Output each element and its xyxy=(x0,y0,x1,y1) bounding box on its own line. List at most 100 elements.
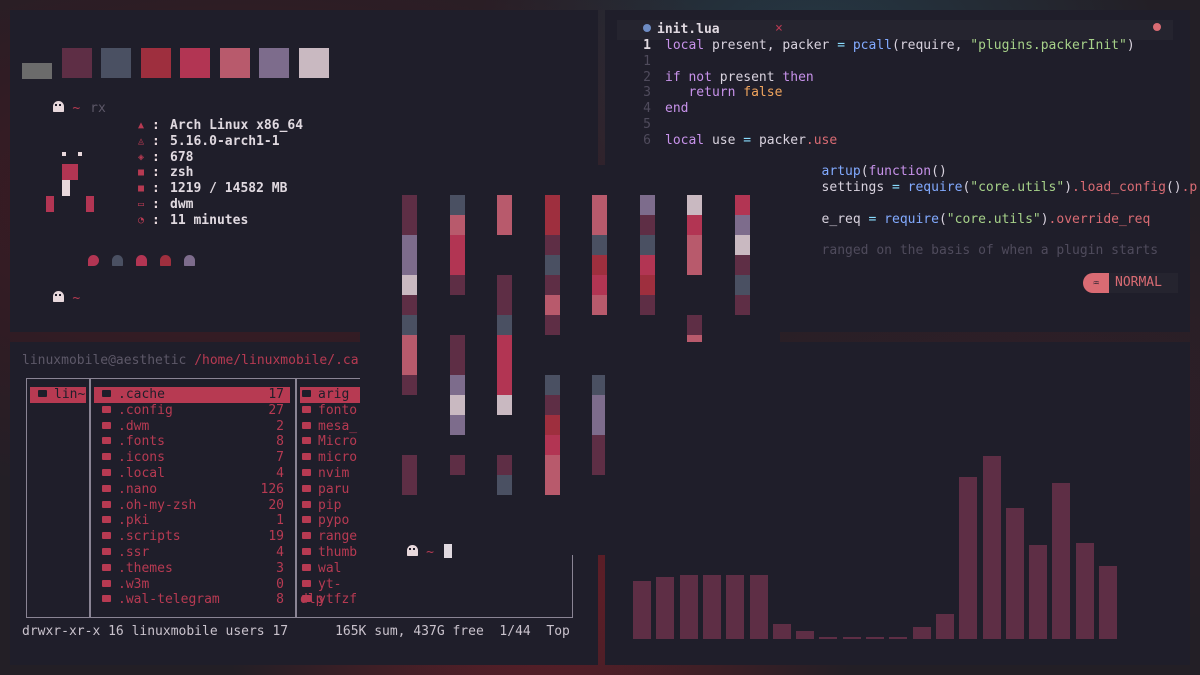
visualizer-cell xyxy=(402,475,417,495)
visualizer-cell xyxy=(497,275,512,295)
tab-close-icon[interactable]: × xyxy=(775,21,783,36)
fm-preview-list[interactable]: arig fonto mesa_ Micro micro nvim paru pip pypo r… xyxy=(300,387,360,608)
fm-item-name: .nano xyxy=(118,481,158,497)
fm-list-item[interactable]: .oh-my-zsh 20 xyxy=(94,498,290,514)
visualizer-cell xyxy=(402,255,417,275)
fm-list-item[interactable]: .pki 1 xyxy=(94,513,290,529)
fm-list-item[interactable]: .local 4 xyxy=(94,466,290,482)
visualizer-cell xyxy=(497,475,512,495)
info-value: Arch Linux x86_64 xyxy=(170,118,304,133)
fm-item-count: 27 xyxy=(268,402,284,418)
visualizer-cell xyxy=(544,255,560,275)
info-row: ▲: Arch Linux x86_64 xyxy=(138,118,303,134)
visualizer-cell xyxy=(687,235,702,255)
mode-badge-icon: ♒ xyxy=(1083,273,1109,293)
fm-preview-item[interactable]: fonto xyxy=(300,403,360,419)
visualizer-cell xyxy=(497,355,512,375)
fm-list-item[interactable]: .fonts 8 xyxy=(94,434,290,450)
fm-item-name: .local xyxy=(118,465,165,481)
code-line[interactable]: 5 xyxy=(623,117,1197,133)
shell-prompt[interactable]: ~ xyxy=(376,529,452,575)
code-line[interactable] xyxy=(623,149,1197,165)
cava-bar xyxy=(749,575,768,639)
fm-preview-item[interactable]: ytfzf xyxy=(300,592,360,608)
fm-list-item[interactable]: .cache 17 xyxy=(94,387,290,403)
visualizer-cell xyxy=(544,295,560,315)
code-line[interactable]: 1 xyxy=(623,54,1197,70)
fm-list-item[interactable]: .scripts 19 xyxy=(94,529,290,545)
code-line[interactable]: 2 if not present then xyxy=(623,70,1197,86)
fm-list-item[interactable]: .nano 126 xyxy=(94,482,290,498)
cava-bar xyxy=(935,614,954,639)
fm-list-item[interactable]: .config 27 xyxy=(94,403,290,419)
folder-icon xyxy=(102,500,111,508)
fm-preview-item-name: arig xyxy=(318,387,350,402)
fm-preview-item[interactable]: arig xyxy=(300,387,360,403)
info-colon: : xyxy=(152,212,160,228)
info-row: ■: zsh xyxy=(138,165,303,181)
visualizer-cell xyxy=(734,255,750,275)
fm-list-item[interactable]: .dwm 2 xyxy=(94,419,290,435)
cava-bar xyxy=(1099,566,1117,639)
ghost-icon xyxy=(160,255,171,266)
fm-list-item[interactable]: .themes 3 xyxy=(94,561,290,577)
fm-parent-pane[interactable] xyxy=(26,378,90,618)
cava-bar xyxy=(842,637,861,639)
palette-swatch xyxy=(101,48,131,78)
folder-icon xyxy=(302,484,311,492)
fm-list-item[interactable]: .icons 7 xyxy=(94,450,290,466)
fm-preview-item[interactable]: wal xyxy=(300,561,360,577)
code-line[interactable]: 6 local use = packer.use xyxy=(623,133,1197,149)
fm-preview-item-name: Micro xyxy=(318,434,358,450)
folder-icon xyxy=(102,579,111,587)
visualizer-cell xyxy=(402,335,417,355)
fm-statusbar: drwxr-xr-x 16 linuxmobile users 17 165K … xyxy=(22,624,570,639)
uptime-icon: ◔ xyxy=(138,214,145,226)
fm-item-name: .oh-my-zsh xyxy=(118,497,197,513)
fm-list-item[interactable]: .wal-telegram 8 xyxy=(94,592,290,608)
fm-parent-list[interactable]: lin~ xyxy=(30,387,86,403)
fm-item-name: .dwm xyxy=(118,418,150,434)
fm-preview-item[interactable]: mesa_ xyxy=(300,419,360,435)
fm-list-item[interactable]: .ssr 4 xyxy=(94,545,290,561)
prompt-tilde: ~ xyxy=(426,545,434,560)
cava-bar xyxy=(1075,543,1094,639)
code-line[interactable]: 4 end xyxy=(623,101,1197,117)
fm-preview-item[interactable]: pip xyxy=(300,498,360,514)
visualizer-cell xyxy=(449,255,465,275)
visualizer-cell xyxy=(449,195,465,215)
fm-preview-item[interactable]: Micro xyxy=(300,434,360,450)
visualizer-cell xyxy=(449,455,465,475)
code-text: if not present then xyxy=(665,69,814,85)
fm-preview-item[interactable]: thumb xyxy=(300,545,360,561)
fm-preview-item-name: range xyxy=(318,529,358,545)
fm-preview-item[interactable]: yt-dlp xyxy=(300,577,360,608)
code-line[interactable]: 1 local present, packer = pcall(require, … xyxy=(623,38,1197,54)
tab-init-lua[interactable]: init.lua xyxy=(657,22,720,37)
fm-preview-item[interactable]: pypo xyxy=(300,513,360,529)
close-buffer-icon[interactable] xyxy=(1153,23,1161,31)
fm-preview-item[interactable]: range xyxy=(300,529,360,545)
prompt-line-2[interactable]: ~ xyxy=(22,276,80,321)
pixel-art-block xyxy=(62,152,66,156)
visualizer-cell xyxy=(592,235,607,255)
visualizer-cell xyxy=(544,275,560,295)
fm-parent-item[interactable]: lin~ xyxy=(30,387,86,403)
fm-list-item[interactable]: .w3m 0 xyxy=(94,577,290,593)
code-line[interactable]: 3 return false xyxy=(623,85,1197,101)
palette-swatch xyxy=(180,48,210,78)
memory-icon: ■ xyxy=(138,183,145,195)
fm-preview-item[interactable]: nvim xyxy=(300,466,360,482)
fm-preview-item[interactable]: micro xyxy=(300,450,360,466)
visualizer-cell xyxy=(592,195,607,215)
cava-bar xyxy=(982,456,1001,639)
cava-bar xyxy=(679,575,698,639)
visualizer-cell xyxy=(497,215,512,235)
info-value: 678 xyxy=(170,149,194,165)
ghost-icon xyxy=(53,291,65,302)
palette-swatch xyxy=(61,48,92,78)
fm-current-list[interactable]: .cache 17 .config 27 .dwm 2 .fonts 8 .icons 7 .loc… xyxy=(94,387,290,608)
fm-preview-item[interactable]: paru xyxy=(300,482,360,498)
fm-path: /home/linuxmobile/.ca xyxy=(194,353,359,368)
ghost-icon xyxy=(136,255,147,266)
